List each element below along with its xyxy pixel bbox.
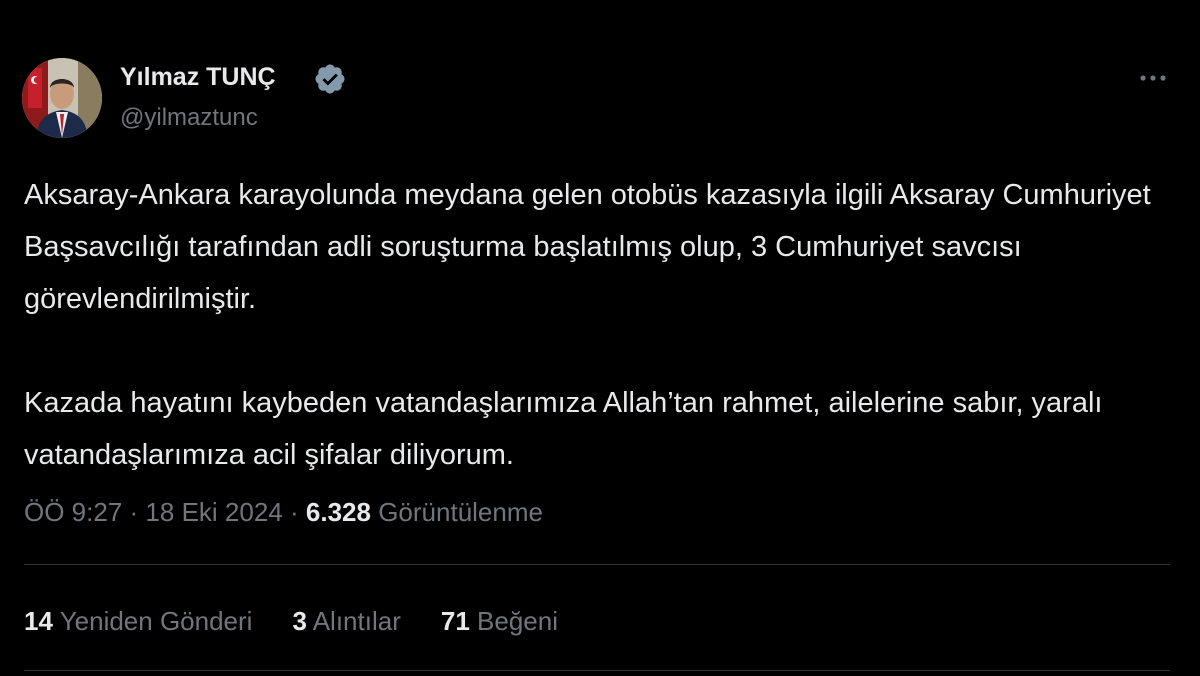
- tweet-time[interactable]: ÖÖ 9:27: [24, 497, 122, 527]
- quotes-label: Alıntılar: [312, 606, 401, 636]
- quotes-count: 3: [292, 606, 307, 636]
- quotes-stat[interactable]: 3 Alıntılar: [292, 603, 400, 639]
- tweet-text: Aksaray-Ankara karayolunda meydana gelen…: [24, 169, 1174, 481]
- engagement-stats: 14 Yeniden Gönderi 3 Alıntılar 71 Beğeni: [24, 603, 558, 639]
- tweet-card: Yılmaz TUNÇ @yilmaztunc Aksaray-Ankara k…: [0, 0, 1200, 676]
- avatar-photo: [22, 58, 102, 138]
- likes-stat[interactable]: 71 Beğeni: [441, 603, 558, 639]
- tweet-meta: ÖÖ 9:27 · 18 Eki 2024 · 6.328 Görüntülen…: [24, 494, 543, 530]
- tweet-paragraph: Aksaray-Ankara karayolunda meydana gelen…: [24, 179, 1151, 315]
- verified-badge-icon: [313, 62, 347, 96]
- tweet-paragraph: Kazada hayatını kaybeden vatandaşlarımız…: [24, 387, 1103, 471]
- views-count: 6.328: [305, 497, 371, 527]
- more-options-button[interactable]: [1136, 64, 1170, 92]
- tweet-date[interactable]: 18 Eki 2024: [145, 497, 282, 527]
- more-horizontal-icon: [1140, 75, 1166, 81]
- avatar[interactable]: [22, 58, 102, 138]
- views-label: Görüntülenme: [378, 497, 543, 527]
- divider: [24, 670, 1170, 671]
- reposts-count: 14: [24, 606, 53, 636]
- reposts-stat[interactable]: 14 Yeniden Gönderi: [24, 603, 252, 639]
- author-name[interactable]: Yılmaz TUNÇ: [120, 60, 276, 94]
- reposts-label: Yeniden Gönderi: [59, 606, 253, 636]
- divider: [24, 564, 1170, 565]
- meta-separator: ·: [129, 497, 139, 527]
- likes-count: 71: [440, 606, 470, 636]
- meta-separator: ·: [289, 497, 299, 527]
- likes-label: Beğeni: [477, 606, 558, 636]
- author-handle[interactable]: @yilmaztunc: [120, 102, 258, 134]
